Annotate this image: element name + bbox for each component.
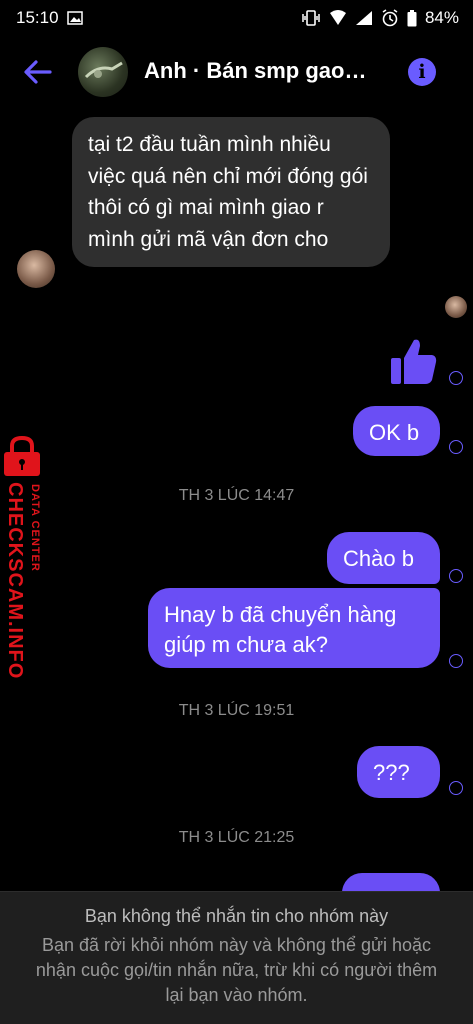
incoming-message[interactable]: tại t2 đầu tuần mình nhiều việc quá nên … <box>72 117 390 267</box>
battery-icon <box>407 9 417 27</box>
read-receipt-avatar <box>445 296 467 318</box>
thumbs-up-icon[interactable] <box>390 336 438 391</box>
seen-icon <box>449 569 463 583</box>
outgoing-message-ok[interactable]: OK b <box>353 406 440 456</box>
outgoing-message-chao[interactable]: Chào b <box>327 532 440 584</box>
vibrate-icon <box>301 10 321 26</box>
blocked-notice: Bạn không thể nhắn tin cho nhóm này Bạn … <box>0 891 473 1024</box>
chat-header: Anh · Bán smp gao… i <box>0 36 473 108</box>
status-bar: 15:10 84% <box>0 0 473 36</box>
timestamp: TH 3 LÚC 21:25 <box>178 829 295 846</box>
info-icon[interactable]: i <box>408 58 436 86</box>
back-arrow-icon[interactable] <box>22 58 54 86</box>
seen-icon <box>449 371 463 385</box>
gallery-icon <box>66 11 83 25</box>
blocked-notice-title: Bạn không thể nhắn tin cho nhóm này <box>84 906 389 926</box>
battery-level: 84% <box>424 8 459 27</box>
timestamp: TH 3 LÚC 19:51 <box>178 702 295 719</box>
outgoing-message-question[interactable]: ??? <box>357 746 440 798</box>
seen-icon <box>449 440 463 454</box>
wifi-icon <box>329 10 347 26</box>
blocked-notice-body: Bạn đã rời khỏi nhóm này và không thể gử… <box>35 935 438 1005</box>
outgoing-message-hnay[interactable]: Hnay b đã chuyển hàng giúp m chưa ak? <box>148 588 440 668</box>
watermark-text: CHECKSCAM.INFO <box>4 482 26 680</box>
signal-icon <box>355 10 373 26</box>
checkscam-watermark: CHECKSCAM.INFO DATA CENTER <box>0 435 56 679</box>
group-avatar[interactable] <box>78 47 128 97</box>
seen-icon <box>449 654 463 668</box>
alarm-icon <box>381 9 399 27</box>
status-time: 15:10 <box>16 8 59 27</box>
timestamp: TH 3 LÚC 14:47 <box>178 487 295 504</box>
sender-avatar[interactable] <box>17 250 55 288</box>
chat-title[interactable]: Anh · Bán smp gao… <box>144 58 366 84</box>
seen-icon <box>449 781 463 795</box>
